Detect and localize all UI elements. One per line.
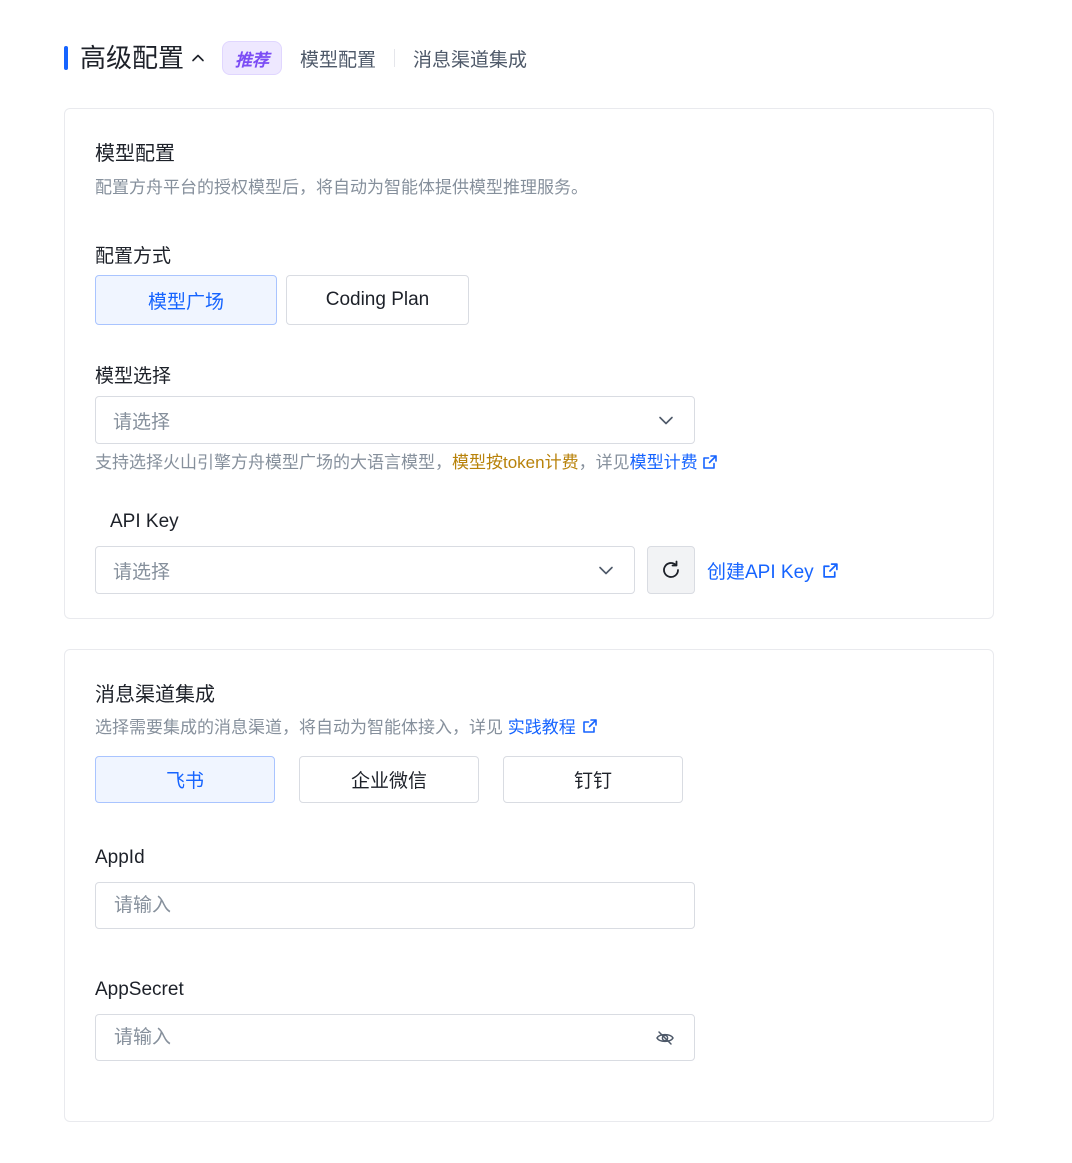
model-select-label: 模型选择: [95, 366, 172, 387]
model-billing-link[interactable]: 模型计费: [630, 453, 718, 472]
header-accent-bar: [64, 46, 68, 70]
chevron-down-icon: [655, 409, 677, 431]
refresh-icon: [663, 560, 679, 578]
appsecret-input[interactable]: [114, 1026, 654, 1049]
model-hint-prefix: 支持选择火山引擎方舟模型广场的大语言模型，: [95, 453, 452, 472]
model-billing-link-label: 模型计费: [629, 453, 698, 472]
api-key-placeholder: 请选择: [113, 561, 171, 583]
external-link-icon: [582, 718, 597, 733]
anchor-link-channel[interactable]: 消息渠道集成: [413, 45, 527, 72]
api-key-select[interactable]: 请选择: [95, 546, 635, 594]
appid-label: AppId: [95, 847, 145, 868]
channel-description: 选择需要集成的消息渠道，将自动为智能体接入，详见 实践教程: [95, 713, 598, 738]
config-method-label: 配置方式: [95, 246, 172, 267]
model-config-description: 配置方舟平台的授权模型后，将自动为智能体提供模型推理服务。: [95, 178, 588, 197]
create-api-key-label: 创建API Key: [707, 562, 814, 583]
practice-tutorial-label: 实践教程: [507, 718, 576, 737]
refresh-api-key-button[interactable]: [647, 546, 695, 594]
appid-input[interactable]: [114, 894, 676, 917]
channel-option-wecom[interactable]: 企业微信: [299, 756, 479, 803]
method-option-model-square[interactable]: 模型广场: [95, 275, 277, 325]
collapse-toggle[interactable]: [188, 48, 208, 68]
create-api-key-link[interactable]: 创建API Key: [707, 557, 839, 584]
channel-option-dingtalk[interactable]: 钉钉: [503, 756, 683, 803]
page: 高级配置 推荐 模型配置 消息渠道集成 模型配置 配置方舟平台的授权模型后，将自…: [0, 0, 1072, 1163]
api-key-label: API Key: [110, 511, 179, 532]
chevron-up-icon: [192, 54, 204, 62]
header-divider: [394, 49, 396, 67]
page-title: 高级配置: [80, 43, 185, 73]
chevron-down-icon: [595, 559, 617, 581]
model-config-card: 模型配置 配置方舟平台的授权模型后，将自动为智能体提供模型推理服务。 配置方式 …: [64, 108, 994, 619]
token-billing-highlight: 模型按token计费: [452, 453, 579, 472]
channel-option-feishu[interactable]: 飞书: [95, 756, 275, 803]
channel-description-text: 选择需要集成的消息渠道，将自动为智能体接入，详见: [95, 718, 503, 737]
method-option-coding-plan[interactable]: Coding Plan: [286, 275, 469, 325]
model-select-placeholder: 请选择: [113, 411, 171, 433]
model-config-title: 模型配置: [95, 143, 175, 165]
advanced-config-header: 高级配置 推荐 模型配置 消息渠道集成: [64, 40, 527, 76]
external-link-icon: [702, 455, 717, 469]
recommended-badge: 推荐: [222, 41, 283, 75]
appsecret-field[interactable]: [95, 1014, 695, 1061]
appsecret-label: AppSecret: [95, 979, 184, 1000]
channel-integration-card: 消息渠道集成 选择需要集成的消息渠道，将自动为智能体接入，详见 实践教程 飞书 …: [64, 649, 994, 1122]
external-link-icon: [822, 563, 838, 578]
model-select[interactable]: 请选择: [95, 396, 695, 444]
model-select-hint: 支持选择火山引擎方舟模型广场的大语言模型，模型按token计费，详见模型计费: [95, 448, 718, 473]
toggle-visibility-button[interactable]: [654, 1027, 676, 1049]
practice-tutorial-link[interactable]: 实践教程: [508, 713, 598, 738]
eye-off-icon: [656, 1030, 674, 1045]
model-hint-mid: ，详见: [578, 453, 630, 472]
channel-title: 消息渠道集成: [95, 684, 215, 706]
appid-field[interactable]: [95, 882, 695, 929]
anchor-link-model-config[interactable]: 模型配置: [300, 45, 376, 72]
